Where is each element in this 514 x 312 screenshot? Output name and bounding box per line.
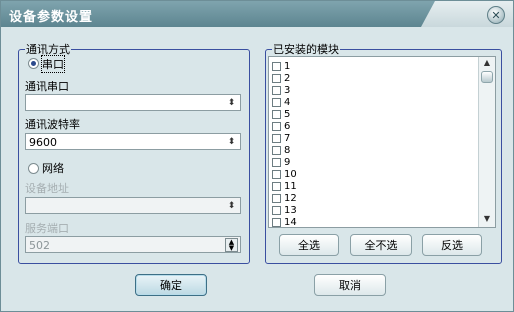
service-port-value: 502 <box>29 239 50 252</box>
baud-combo[interactable]: 9600 ⬍ <box>25 133 241 150</box>
scroll-thumb[interactable] <box>481 71 493 83</box>
close-button[interactable]: ✕ <box>487 6 505 24</box>
module-item[interactable]: 11 <box>272 180 297 192</box>
module-label: 6 <box>284 120 291 132</box>
module-label: 14 <box>284 216 297 228</box>
module-label: 7 <box>284 132 291 144</box>
module-item[interactable]: 7 <box>272 132 290 144</box>
module-label: 4 <box>284 96 291 108</box>
chevron-down-icon: ⬍ <box>227 136 236 147</box>
module-item[interactable]: 1 <box>272 60 290 72</box>
module-item[interactable]: 2 <box>272 72 290 84</box>
module-label: 3 <box>284 84 291 96</box>
module-checkbox[interactable] <box>272 145 281 155</box>
module-checkbox[interactable] <box>272 169 281 179</box>
service-port-spinbox[interactable]: 502 ▲ ▼ <box>25 236 241 253</box>
module-checkbox[interactable] <box>272 109 281 119</box>
window-title: 设备参数设置 <box>9 10 94 25</box>
baud-value: 9600 <box>29 136 57 149</box>
chevron-down-icon: ⬍ <box>227 200 236 211</box>
module-item[interactable]: 3 <box>272 84 290 96</box>
device-address-label: 设备地址 <box>25 182 69 195</box>
module-label: 1 <box>284 60 291 72</box>
network-radio[interactable] <box>28 163 39 174</box>
module-item[interactable]: 10 <box>272 168 297 180</box>
module-label: 11 <box>284 180 297 192</box>
module-checkbox[interactable] <box>272 121 281 131</box>
module-item[interactable]: 4 <box>272 96 290 108</box>
module-checkbox[interactable] <box>272 181 281 191</box>
select-all-button[interactable]: 全选 <box>279 234 339 256</box>
up-down-spinner-icon[interactable]: ▲ ▼ <box>225 238 238 252</box>
invert-selection-button[interactable]: 反选 <box>422 234 482 256</box>
module-item[interactable]: 6 <box>272 120 290 132</box>
serial-radio[interactable] <box>28 58 39 69</box>
module-checklist[interactable]: 1 2 3 4 5 6 7 8 9 10 11 12 13 14 ▲ ▼ <box>268 56 496 228</box>
module-item[interactable]: 14 <box>272 216 297 228</box>
module-item[interactable]: 5 <box>272 108 290 120</box>
module-item[interactable]: 8 <box>272 144 290 156</box>
ok-button[interactable]: 确定 <box>135 274 207 296</box>
module-label: 8 <box>284 144 291 156</box>
baud-label: 通讯波特率 <box>25 118 80 131</box>
module-list-scrollbar[interactable]: ▲ ▼ <box>478 57 495 227</box>
module-checkbox[interactable] <box>272 193 281 203</box>
module-label: 12 <box>284 192 297 204</box>
module-label: 5 <box>284 108 291 120</box>
module-item[interactable]: 13 <box>272 204 297 216</box>
cancel-button[interactable]: 取消 <box>314 274 386 296</box>
module-checkbox[interactable] <box>272 205 281 215</box>
module-checkbox[interactable] <box>272 85 281 95</box>
module-label: 13 <box>284 204 297 216</box>
module-checkbox[interactable] <box>272 157 281 167</box>
device-address-combo[interactable]: ⬍ <box>25 197 241 214</box>
module-label: 2 <box>284 72 291 84</box>
serial-radio-label[interactable]: 串口 <box>41 55 65 73</box>
serial-port-label: 通讯串口 <box>25 80 69 93</box>
title-bar[interactable]: 设备参数设置 ✕ <box>1 1 513 27</box>
settings-dialog: 设备参数设置 ✕ 通讯方式 串口 通讯串口 ⬍ 通讯波特率 9600 ⬍ 网络 … <box>0 0 514 312</box>
service-port-label: 服务端口 <box>25 222 69 235</box>
module-item[interactable]: 12 <box>272 192 297 204</box>
chevron-down-icon: ⬍ <box>227 97 236 108</box>
installed-modules-legend: 已安装的模块 <box>273 43 339 56</box>
module-checkbox[interactable] <box>272 217 281 227</box>
module-label: 10 <box>284 168 297 180</box>
network-radio-label[interactable]: 网络 <box>42 160 64 176</box>
module-checkbox[interactable] <box>272 73 281 83</box>
module-checkbox[interactable] <box>272 97 281 107</box>
module-label: 9 <box>284 156 291 168</box>
module-checkbox[interactable] <box>272 133 281 143</box>
scroll-down-icon[interactable]: ▼ <box>480 214 494 226</box>
comm-mode-legend: 通讯方式 <box>26 43 70 56</box>
close-icon: ✕ <box>491 8 501 22</box>
serial-port-combo[interactable]: ⬍ <box>25 94 241 111</box>
module-item[interactable]: 9 <box>272 156 290 168</box>
module-checkbox[interactable] <box>272 61 281 71</box>
select-none-button[interactable]: 全不选 <box>350 234 412 256</box>
scroll-up-icon[interactable]: ▲ <box>480 58 494 70</box>
